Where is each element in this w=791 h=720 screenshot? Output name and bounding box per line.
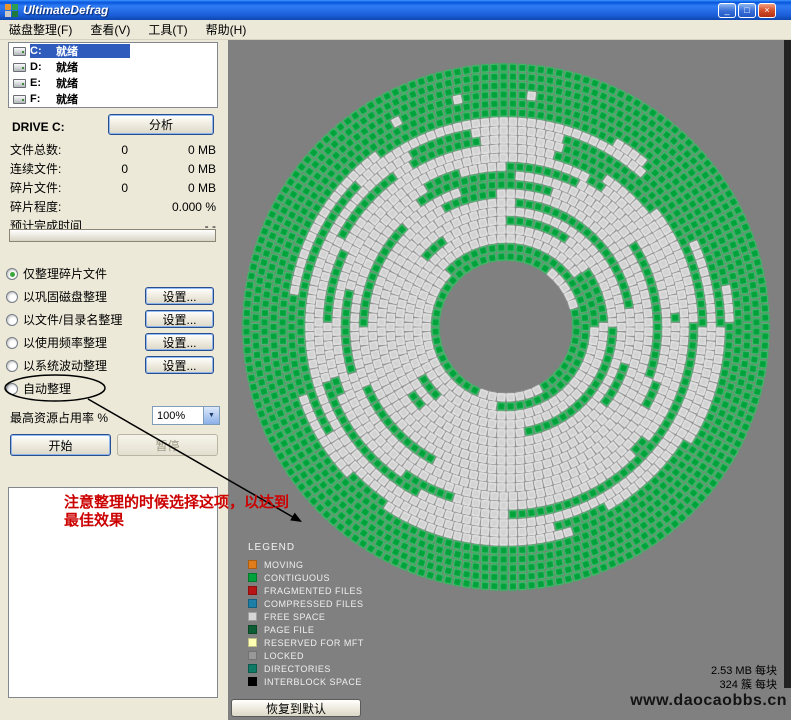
radio-volatility[interactable]: 以系统波动整理 设置... bbox=[6, 354, 222, 377]
legend-item-interblock: INTERBLOCK SPACE bbox=[248, 675, 364, 688]
legend-item-locked: LOCKED bbox=[248, 649, 364, 662]
legend-item-free-space: FREE SPACE bbox=[248, 610, 364, 623]
titlebar-buttons: _ □ × bbox=[718, 3, 776, 18]
drive-row-f[interactable]: F:就绪 bbox=[9, 91, 217, 107]
settings-button-volatility[interactable]: 设置... bbox=[145, 356, 214, 374]
resource-usage-row: 最高资源占用率 % 100% ▼ bbox=[10, 406, 220, 426]
start-button[interactable]: 开始 bbox=[10, 434, 111, 456]
stat-fragmented-files: 碎片文件:00 MB bbox=[10, 178, 216, 197]
resource-usage-dropdown[interactable]: 100% ▼ bbox=[152, 406, 220, 425]
drive-icon bbox=[13, 79, 26, 88]
mft-swatch bbox=[248, 638, 257, 647]
defrag-options: 仅整理碎片文件 以巩固磁盘整理 设置... 以文件/目录名整理 设置... 以使… bbox=[6, 262, 222, 400]
menu-disk-defrag[interactable]: 磁盘整理(F) bbox=[0, 19, 81, 40]
settings-button-consolidate[interactable]: 设置... bbox=[145, 287, 214, 305]
radio-consolidate[interactable]: 以巩固磁盘整理 设置... bbox=[6, 285, 222, 308]
settings-button-file-folder-name[interactable]: 设置... bbox=[145, 310, 214, 328]
fragmented-swatch bbox=[248, 586, 257, 595]
radio-icon bbox=[6, 314, 18, 326]
stat-contiguous-files: 连续文件:00 MB bbox=[10, 159, 216, 178]
settings-button-usage-frequency[interactable]: 设置... bbox=[145, 333, 214, 351]
chevron-down-icon[interactable]: ▼ bbox=[203, 407, 219, 424]
directories-swatch bbox=[248, 664, 257, 673]
window-title: UltimateDefrag bbox=[23, 3, 718, 17]
compressed-swatch bbox=[248, 599, 257, 608]
free-space-swatch bbox=[248, 612, 257, 621]
resource-usage-label: 最高资源占用率 % bbox=[10, 409, 108, 426]
legend-title: LEGEND bbox=[248, 542, 364, 553]
page-file-swatch bbox=[248, 625, 257, 634]
menu-view[interactable]: 查看(V) bbox=[81, 19, 139, 40]
drive-icon bbox=[13, 47, 26, 56]
drive-title: DRIVE C: bbox=[12, 120, 65, 134]
drive-icon bbox=[13, 95, 26, 104]
radio-auto-defrag[interactable]: 自动整理 bbox=[6, 377, 222, 400]
stat-fragmentation-level: 碎片程度:0.000 % bbox=[10, 197, 216, 216]
legend: LEGEND MOVING CONTIGUOUS FRAGMENTED FILE… bbox=[248, 542, 364, 688]
drive-row-d[interactable]: D:就绪 bbox=[9, 59, 217, 75]
block-size-clusters: 324 簇 每块 bbox=[711, 678, 777, 692]
radio-defrag-fragmented-only[interactable]: 仅整理碎片文件 bbox=[6, 262, 222, 285]
menu-help[interactable]: 帮助(H) bbox=[197, 19, 256, 40]
minimize-button[interactable]: _ bbox=[718, 3, 736, 18]
legend-item-contiguous: CONTIGUOUS bbox=[248, 571, 364, 584]
window-edge bbox=[784, 40, 791, 688]
close-button[interactable]: × bbox=[758, 3, 776, 18]
legend-item-compressed: COMPRESSED FILES bbox=[248, 597, 364, 610]
message-box bbox=[8, 487, 218, 698]
title-bar: UltimateDefrag _ □ × bbox=[0, 0, 791, 20]
app-icon bbox=[5, 4, 19, 17]
radio-icon bbox=[6, 360, 18, 372]
block-info: 2.53 MB 每块 324 簇 每块 bbox=[711, 664, 777, 692]
radio-icon bbox=[6, 337, 18, 349]
drive-row-c[interactable]: C:就绪 bbox=[9, 43, 217, 59]
stat-total-files: 文件总数:00 MB bbox=[10, 140, 216, 159]
legend-item-directories: DIRECTORIES bbox=[248, 662, 364, 675]
maximize-button[interactable]: □ bbox=[738, 3, 756, 18]
analyze-button[interactable]: 分析 bbox=[108, 114, 214, 135]
app-window: UltimateDefrag _ □ × 磁盘整理(F) 查看(V) 工具(T)… bbox=[0, 0, 791, 720]
progress-bar bbox=[9, 229, 216, 242]
drive-list: C:就绪 D:就绪 E:就绪 F:就绪 bbox=[8, 42, 218, 108]
disk-map-panel: LEGEND MOVING CONTIGUOUS FRAGMENTED FILE… bbox=[228, 40, 791, 720]
menu-tools[interactable]: 工具(T) bbox=[139, 19, 196, 40]
locked-swatch bbox=[248, 651, 257, 660]
resource-usage-value: 100% bbox=[153, 410, 203, 422]
legend-item-mft: RESERVED FOR MFT bbox=[248, 636, 364, 649]
radio-icon bbox=[6, 291, 18, 303]
radio-usage-frequency[interactable]: 以使用频率整理 设置... bbox=[6, 331, 222, 354]
moving-swatch bbox=[248, 560, 257, 569]
contiguous-swatch bbox=[248, 573, 257, 582]
control-panel: C:就绪 D:就绪 E:就绪 F:就绪 DRIVE C: 分析 文件总数:00 … bbox=[0, 40, 228, 720]
menu-bar: 磁盘整理(F) 查看(V) 工具(T) 帮助(H) bbox=[0, 20, 791, 40]
restore-defaults-button[interactable]: 恢复到默认 bbox=[231, 699, 361, 717]
radio-icon bbox=[6, 383, 18, 395]
drive-icon bbox=[13, 63, 26, 72]
legend-item-fragmented: FRAGMENTED FILES bbox=[248, 584, 364, 597]
radio-file-folder-name[interactable]: 以文件/目录名整理 设置... bbox=[6, 308, 222, 331]
block-size-mb: 2.53 MB 每块 bbox=[711, 664, 777, 678]
legend-item-moving: MOVING bbox=[248, 558, 364, 571]
drive-stats: 文件总数:00 MB 连续文件:00 MB 碎片文件:00 MB 碎片程度:0.… bbox=[10, 140, 216, 235]
drive-row-e[interactable]: E:就绪 bbox=[9, 75, 217, 91]
radio-icon bbox=[6, 268, 18, 280]
legend-item-page-file: PAGE FILE bbox=[248, 623, 364, 636]
watermark: www.daocaobbs.cn bbox=[630, 692, 787, 710]
interblock-swatch bbox=[248, 677, 257, 686]
pause-button: 暂停 bbox=[117, 434, 218, 456]
